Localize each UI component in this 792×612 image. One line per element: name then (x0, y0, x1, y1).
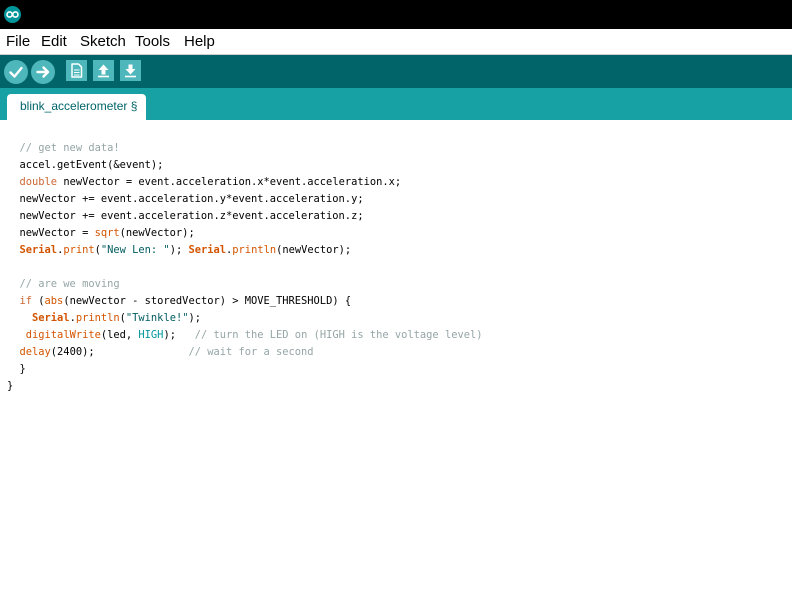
tab-bar: blink_accelerometer § (0, 88, 792, 120)
code-line: delay(2400); // wait for a second (7, 344, 482, 361)
code-text-segment: (2400); (50, 346, 189, 358)
code-text-segment: ); (169, 244, 189, 256)
code-text-segment: ); (188, 312, 201, 324)
code-text-segment (7, 176, 20, 188)
code-function: println (75, 312, 120, 324)
menu-sketch[interactable]: Sketch (80, 33, 126, 51)
code-string: "Twinkle!" (125, 312, 189, 324)
code-text-segment: (newVector - storedVector) > MOVE_THRESH… (63, 295, 352, 307)
code-text-segment: (newVector); (119, 227, 195, 239)
code-editor[interactable]: // get new data! accel.getEvent(&event);… (0, 120, 792, 612)
code-class: Serial (188, 244, 227, 256)
up-arrow-icon (98, 64, 109, 78)
code-function: sqrt (94, 227, 120, 239)
new-document-icon (71, 63, 83, 78)
menu-help[interactable]: Help (184, 33, 215, 51)
code-keyword: double (19, 176, 58, 188)
code-class: Serial (19, 244, 58, 256)
down-arrow-icon (125, 64, 136, 78)
new-sketch-button[interactable] (66, 60, 87, 81)
code-line: newVector += event.acceleration.z*event.… (7, 208, 482, 225)
code-line: newVector = sqrt(newVector); (7, 225, 482, 242)
code-text-segment: ( (32, 295, 45, 307)
code-line: newVector += event.acceleration.y*event.… (7, 191, 482, 208)
code-line: if (abs(newVector - storedVector) > MOVE… (7, 293, 482, 310)
code-text-segment (7, 295, 20, 307)
code-line: } (7, 378, 482, 395)
code-text-segment (7, 312, 32, 324)
code-text-segment: } (7, 380, 14, 392)
code-text-segment: newVector = (7, 227, 95, 239)
code-comment: // wait for a second (188, 346, 314, 358)
code-comment: // get new data! (7, 142, 120, 154)
code-text-segment: (newVector); (276, 244, 352, 256)
code-text-segment: accel.getEvent(&event); (7, 159, 164, 171)
code-function: digitalWrite (25, 329, 101, 341)
menu-tools[interactable]: Tools (135, 33, 170, 51)
code-line: } (7, 361, 482, 378)
code-line: // are we moving (7, 276, 482, 293)
upload-button[interactable] (31, 60, 55, 84)
code-keyword: if (19, 295, 33, 307)
verify-button[interactable] (4, 60, 28, 84)
code-text-segment: newVector += event.acceleration.y*event.… (7, 193, 364, 205)
code-comment: // are we moving (7, 278, 120, 290)
code-text-segment (7, 244, 20, 256)
code-line: digitalWrite(led, HIGH); // turn the LED… (7, 327, 483, 344)
code-text-segment (7, 346, 20, 358)
code-line: // get new data! (7, 140, 482, 157)
tab-blink-accelerometer[interactable]: blink_accelerometer § (7, 94, 147, 120)
arduino-infinity-logo-icon (4, 6, 21, 23)
code-line: double newVector = event.acceleration.x*… (7, 174, 482, 191)
menu-file[interactable]: File (6, 33, 30, 51)
code-text[interactable]: // get new data! accel.getEvent(&event);… (7, 140, 482, 395)
open-sketch-button[interactable] (93, 60, 114, 81)
code-text-segment: } (7, 363, 26, 375)
code-comment: // turn the LED on (HIGH is the voltage … (194, 329, 483, 341)
code-function: println (232, 244, 277, 256)
code-text-segment: newVector += event.acceleration.z*event.… (7, 210, 364, 222)
code-function: delay (19, 346, 51, 358)
code-function: print (63, 244, 95, 256)
code-line: Serial.print("New Len: "); Serial.printl… (7, 242, 482, 259)
code-class: Serial (32, 312, 70, 324)
menu-bar: File Edit Sketch Tools Help (0, 29, 792, 55)
code-line: Serial.println("Twinkle!"); (7, 310, 482, 327)
right-arrow-icon (36, 66, 50, 78)
checkmark-icon (9, 66, 23, 78)
save-sketch-button[interactable] (120, 60, 141, 81)
code-text-segment: (led, (100, 329, 139, 341)
code-string: "New Len: " (100, 244, 170, 256)
code-text-segment (7, 329, 26, 341)
title-bar (0, 0, 792, 29)
code-line: accel.getEvent(&event); (7, 157, 482, 174)
toolbar (0, 55, 792, 88)
menu-edit[interactable]: Edit (41, 33, 67, 51)
code-function: abs (44, 295, 64, 307)
code-constant: HIGH (138, 329, 164, 341)
code-text-segment: ); (163, 329, 195, 341)
code-text-segment: newVector = event.acceleration.x*event.a… (57, 176, 402, 188)
